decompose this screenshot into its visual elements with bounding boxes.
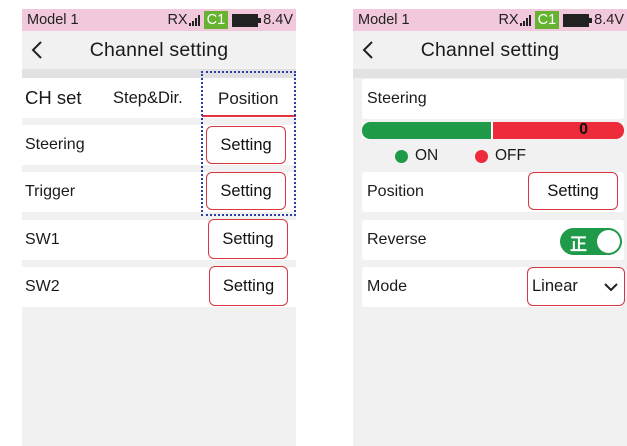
- position-bar-on-segment: [362, 122, 491, 139]
- position-bar-value: 0: [579, 121, 588, 138]
- legend-on: ON: [395, 147, 438, 165]
- page-title: Channel setting: [89, 39, 229, 61]
- model-name: Model 1: [358, 12, 410, 28]
- channel-name: Steering: [367, 90, 427, 107]
- dropdown-chevron-icon: [604, 283, 618, 292]
- active-tab-indicator: [202, 115, 296, 117]
- reverse-toggle[interactable]: 正: [560, 228, 622, 255]
- green-dot-icon: [395, 149, 408, 163]
- sw2-setting-button[interactable]: Setting: [209, 266, 288, 306]
- channel-setting-screen-right: Model 1 RX C1 8.4V Channel setting Steer…: [353, 9, 627, 446]
- tab-position[interactable]: Position: [218, 89, 278, 109]
- signal-icon: [188, 14, 201, 26]
- row-label: SW2: [25, 278, 60, 295]
- row-label: Trigger: [25, 183, 76, 200]
- channel-badge: C1: [203, 11, 229, 29]
- row-label: Steering: [25, 136, 85, 153]
- trigger-setting-button[interactable]: Setting: [206, 172, 286, 210]
- mode-select[interactable]: Linear: [527, 267, 625, 306]
- steering-setting-button[interactable]: Setting: [206, 126, 286, 164]
- battery-voltage: 8.4V: [263, 12, 293, 28]
- mode-label: Mode: [367, 278, 408, 295]
- position-setting-button[interactable]: Setting: [528, 172, 618, 210]
- model-name: Model 1: [27, 12, 79, 28]
- reverse-row: Reverse 正: [362, 220, 624, 260]
- signal-icon: [519, 14, 532, 26]
- status-bar: Model 1 RX C1 8.4V: [353, 9, 627, 31]
- channel-name-row: Steering: [362, 79, 624, 119]
- reverse-label: Reverse: [367, 231, 427, 248]
- battery-voltage: 8.4V: [594, 12, 624, 28]
- divider: [353, 69, 627, 78]
- legend-on-label: ON: [415, 147, 439, 164]
- battery-icon: [232, 13, 262, 27]
- title-bar: Channel setting: [22, 31, 296, 69]
- position-label: Position: [367, 183, 424, 200]
- divider: [22, 69, 296, 78]
- red-dot-icon: [475, 149, 488, 163]
- tab-ch-set[interactable]: CH set: [25, 87, 82, 109]
- status-bar: Model 1 RX C1 8.4V: [22, 9, 296, 31]
- channel-badge: C1: [534, 11, 560, 29]
- title-bar: Channel setting: [353, 31, 627, 69]
- channel-setting-screen-left: Model 1 RX C1 8.4V Channel setting CH se…: [22, 9, 296, 446]
- toggle-text: 正: [570, 235, 587, 254]
- rx-label: RX: [167, 12, 188, 28]
- position-bar: 0: [362, 121, 624, 139]
- mode-value: Linear: [532, 277, 578, 295]
- legend-off-label: OFF: [495, 147, 526, 164]
- rx-label: RX: [498, 12, 519, 28]
- legend-off: OFF: [475, 147, 526, 165]
- row-label: SW1: [25, 231, 60, 248]
- page-title: Channel setting: [420, 39, 560, 61]
- tab-step-dir[interactable]: Step&Dir.: [113, 89, 183, 108]
- sw1-setting-button[interactable]: Setting: [208, 219, 288, 259]
- toggle-knob: [597, 230, 620, 253]
- tab-bar: CH set Step&Dir. Position: [22, 78, 296, 118]
- battery-icon: [563, 13, 593, 27]
